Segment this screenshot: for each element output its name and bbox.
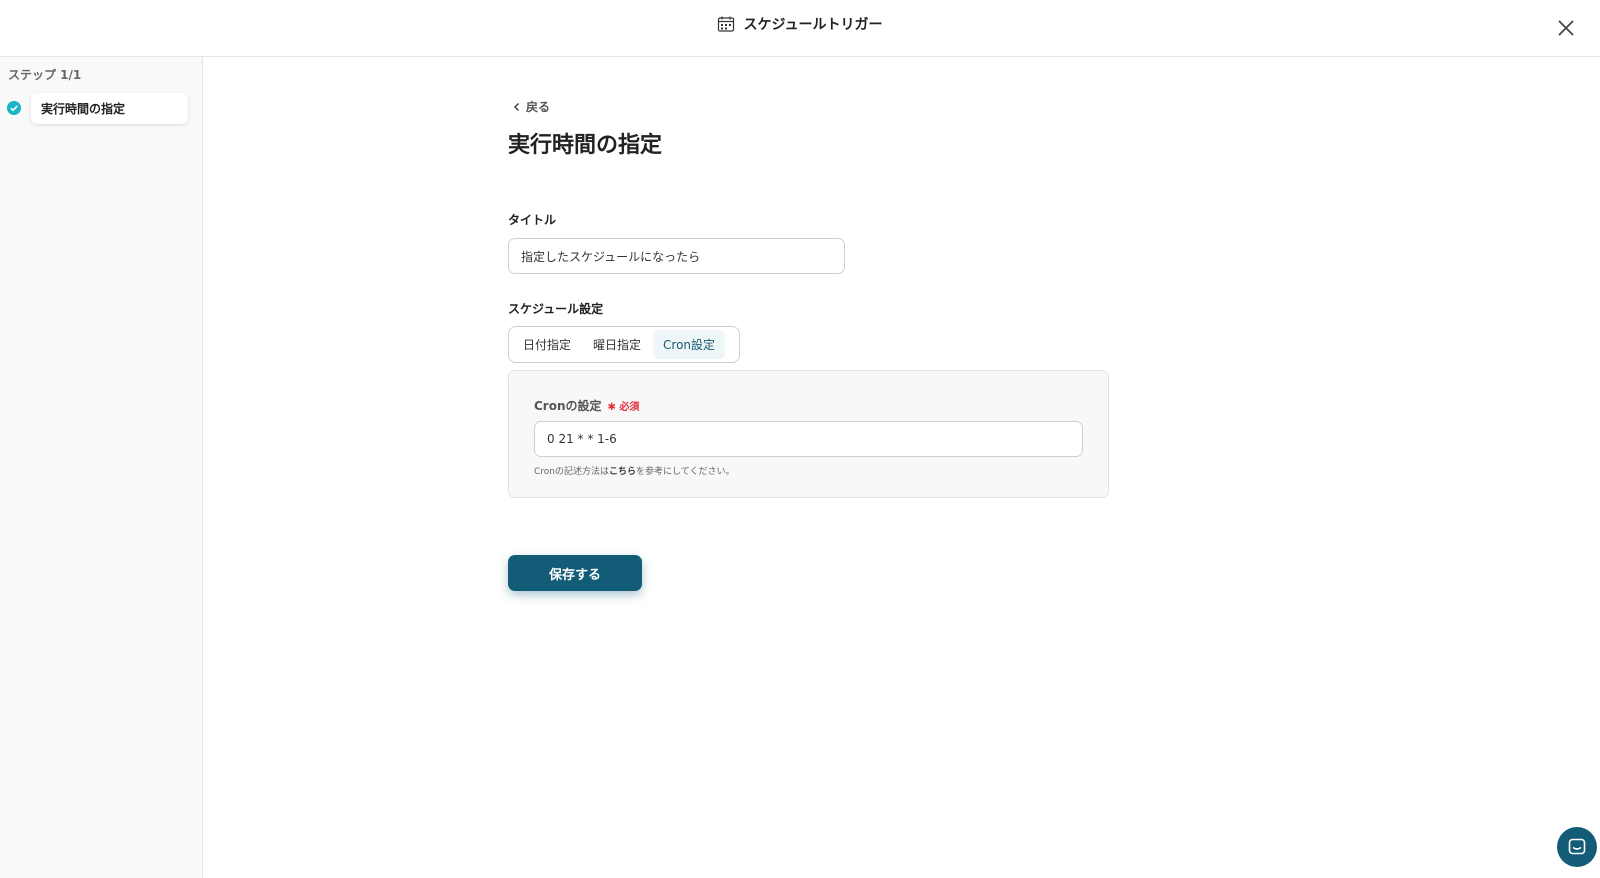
header-title: スケジュールトリガー (0, 14, 1600, 34)
save-button[interactable]: 保存する (508, 555, 642, 591)
schedule-settings-label: スケジュール設定 (508, 302, 604, 316)
step-counter: ステップ 1/1 (8, 68, 82, 82)
tab-cron[interactable]: Cron設定 (653, 330, 726, 359)
required-badge: ✱ 必須 (608, 398, 640, 413)
tab-date[interactable]: 日付指定 (513, 330, 581, 359)
cron-panel: Cronの設定 ✱ 必須 Cronの記述方法はこちらを参考にしてください。 (508, 370, 1109, 498)
page-title: 実行時間の指定 (508, 133, 663, 158)
title-field-label: タイトル (508, 213, 557, 227)
asterisk-icon: ✱ (607, 402, 616, 413)
title-input[interactable] (508, 238, 845, 274)
calendar-icon (718, 16, 735, 32)
back-link[interactable]: 戻る (512, 98, 550, 115)
chat-button[interactable] (1557, 827, 1597, 867)
cron-label-text: Cronの設定 (534, 399, 602, 413)
cron-help-link[interactable]: こちら (609, 467, 636, 477)
header-title-text: スケジュールトリガー (743, 17, 883, 33)
cron-help-suffix: を参考にしてください。 (636, 467, 735, 477)
tab-weekday[interactable]: 曜日指定 (583, 330, 651, 359)
chevron-left-icon (513, 102, 520, 111)
header: スケジュールトリガー (0, 0, 1600, 57)
schedule-tabs: 日付指定 曜日指定 Cron設定 (508, 326, 740, 363)
check-icon (7, 101, 21, 115)
sidebar-item-label: 実行時間の指定 (41, 102, 126, 116)
cron-input[interactable] (534, 421, 1083, 457)
sidebar-item-execution-time[interactable]: 実行時間の指定 (31, 93, 188, 124)
chat-icon (1568, 838, 1586, 855)
required-text: 必須 (619, 402, 640, 413)
sidebar: ステップ 1/1 実行時間の指定 (0, 57, 203, 878)
cron-help-prefix: Cronの記述方法は (534, 467, 609, 477)
close-icon[interactable] (1554, 16, 1578, 40)
cron-label: Cronの設定 ✱ 必須 (534, 397, 639, 414)
back-label: 戻る (526, 100, 551, 114)
cron-help-text: Cronの記述方法はこちらを参考にしてください。 (534, 464, 734, 477)
